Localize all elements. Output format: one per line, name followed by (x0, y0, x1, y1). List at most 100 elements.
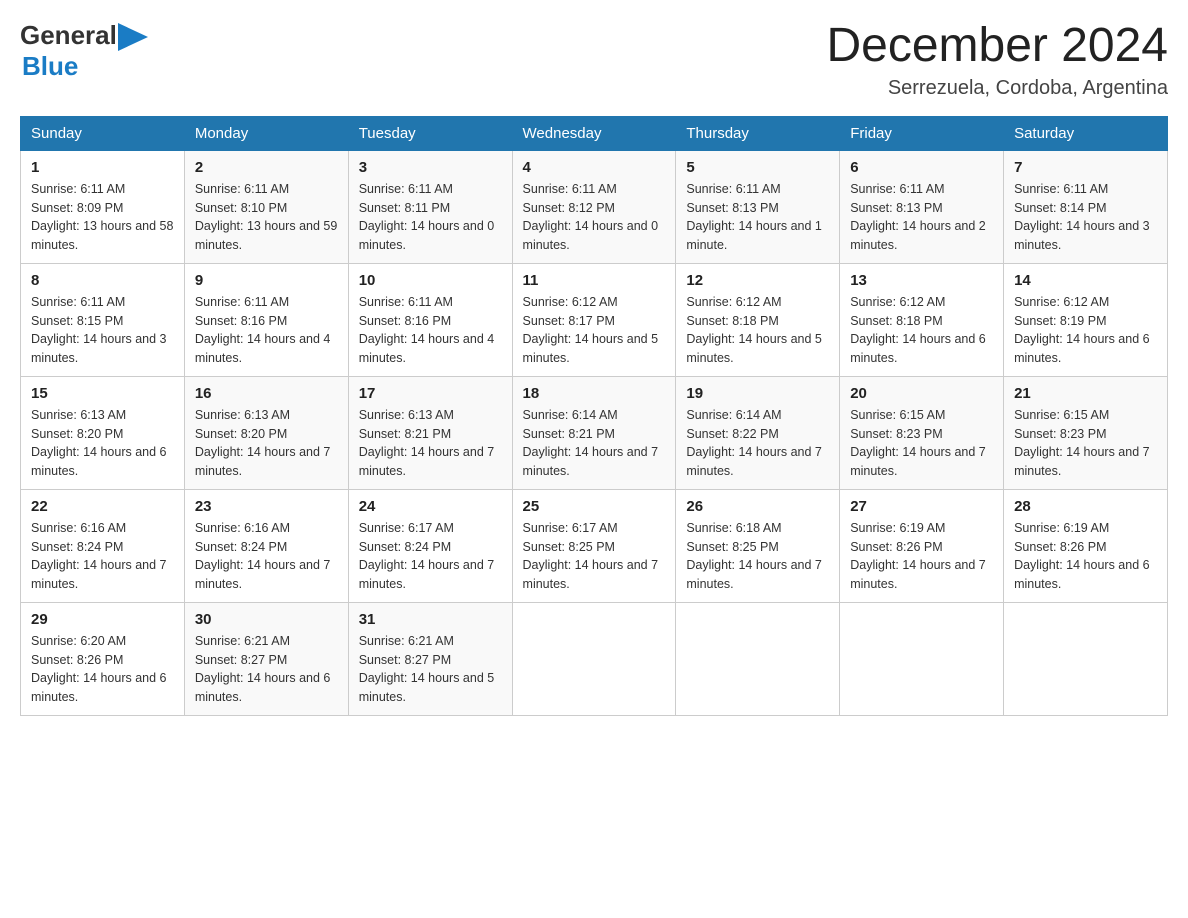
sunset-text: Sunset: 8:21 PM (359, 427, 451, 441)
day-number: 12 (686, 272, 829, 289)
sunrise-text: Sunrise: 6:11 AM (31, 182, 125, 196)
day-info: Sunrise: 6:13 AMSunset: 8:21 PMDaylight:… (359, 406, 502, 481)
calendar-day-cell: 9Sunrise: 6:11 AMSunset: 8:16 PMDaylight… (184, 263, 348, 376)
day-info: Sunrise: 6:11 AMSunset: 8:10 PMDaylight:… (195, 180, 338, 255)
title-section: December 2024 Serrezuela, Cordoba, Argen… (826, 20, 1168, 100)
day-number: 8 (31, 272, 174, 289)
sunset-text: Sunset: 8:24 PM (195, 540, 287, 554)
sunset-text: Sunset: 8:23 PM (850, 427, 942, 441)
calendar-day-cell: 30Sunrise: 6:21 AMSunset: 8:27 PMDayligh… (184, 602, 348, 715)
sunrise-text: Sunrise: 6:21 AM (359, 634, 454, 648)
calendar-day-cell: 31Sunrise: 6:21 AMSunset: 8:27 PMDayligh… (348, 602, 512, 715)
calendar-day-cell: 25Sunrise: 6:17 AMSunset: 8:25 PMDayligh… (512, 489, 676, 602)
day-info: Sunrise: 6:11 AMSunset: 8:16 PMDaylight:… (195, 293, 338, 368)
calendar-day-cell: 7Sunrise: 6:11 AMSunset: 8:14 PMDaylight… (1004, 150, 1168, 263)
sunset-text: Sunset: 8:25 PM (686, 540, 778, 554)
calendar-table: SundayMondayTuesdayWednesdayThursdayFrid… (20, 116, 1168, 716)
sunrise-text: Sunrise: 6:11 AM (523, 182, 617, 196)
calendar-day-cell (840, 602, 1004, 715)
sunset-text: Sunset: 8:23 PM (1014, 427, 1106, 441)
calendar-header-row: SundayMondayTuesdayWednesdayThursdayFrid… (21, 116, 1168, 150)
calendar-week-row: 8Sunrise: 6:11 AMSunset: 8:15 PMDaylight… (21, 263, 1168, 376)
calendar-day-cell: 1Sunrise: 6:11 AMSunset: 8:09 PMDaylight… (21, 150, 185, 263)
sunset-text: Sunset: 8:13 PM (850, 201, 942, 215)
day-number: 19 (686, 385, 829, 402)
calendar-day-cell: 19Sunrise: 6:14 AMSunset: 8:22 PMDayligh… (676, 376, 840, 489)
sunrise-text: Sunrise: 6:20 AM (31, 634, 126, 648)
daylight-text: Daylight: 13 hours and 58 minutes. (31, 219, 173, 252)
sunset-text: Sunset: 8:09 PM (31, 201, 123, 215)
sunrise-text: Sunrise: 6:19 AM (1014, 521, 1109, 535)
sunrise-text: Sunrise: 6:11 AM (195, 182, 289, 196)
sunrise-text: Sunrise: 6:19 AM (850, 521, 945, 535)
daylight-text: Daylight: 14 hours and 7 minutes. (195, 445, 331, 478)
calendar-day-cell: 16Sunrise: 6:13 AMSunset: 8:20 PMDayligh… (184, 376, 348, 489)
day-info: Sunrise: 6:12 AMSunset: 8:18 PMDaylight:… (850, 293, 993, 368)
sunset-text: Sunset: 8:26 PM (850, 540, 942, 554)
day-number: 14 (1014, 272, 1157, 289)
sunrise-text: Sunrise: 6:14 AM (686, 408, 781, 422)
day-info: Sunrise: 6:11 AMSunset: 8:13 PMDaylight:… (686, 180, 829, 255)
daylight-text: Daylight: 14 hours and 6 minutes. (850, 332, 986, 365)
daylight-text: Daylight: 14 hours and 3 minutes. (31, 332, 167, 365)
sunset-text: Sunset: 8:18 PM (850, 314, 942, 328)
sunrise-text: Sunrise: 6:17 AM (359, 521, 454, 535)
day-number: 15 (31, 385, 174, 402)
sunset-text: Sunset: 8:27 PM (195, 653, 287, 667)
daylight-text: Daylight: 14 hours and 0 minutes. (359, 219, 495, 252)
sunrise-text: Sunrise: 6:16 AM (31, 521, 126, 535)
daylight-text: Daylight: 14 hours and 7 minutes. (359, 445, 495, 478)
day-info: Sunrise: 6:11 AM Sunset: 8:09 PM Daylight:… (31, 180, 174, 255)
day-info: Sunrise: 6:12 AMSunset: 8:17 PMDaylight:… (523, 293, 666, 368)
daylight-text: Daylight: 14 hours and 5 minutes. (523, 332, 659, 365)
sunset-text: Sunset: 8:20 PM (31, 427, 123, 441)
calendar-day-cell: 6Sunrise: 6:11 AMSunset: 8:13 PMDaylight… (840, 150, 1004, 263)
sunset-text: Sunset: 8:15 PM (31, 314, 123, 328)
day-number: 11 (523, 272, 666, 289)
sunrise-text: Sunrise: 6:15 AM (850, 408, 945, 422)
calendar-day-cell: 27Sunrise: 6:19 AMSunset: 8:26 PMDayligh… (840, 489, 1004, 602)
day-of-week-header: Tuesday (348, 116, 512, 150)
daylight-text: Daylight: 14 hours and 5 minutes. (686, 332, 822, 365)
day-info: Sunrise: 6:15 AMSunset: 8:23 PMDaylight:… (1014, 406, 1157, 481)
daylight-text: Daylight: 14 hours and 1 minute. (686, 219, 822, 252)
calendar-day-cell: 10Sunrise: 6:11 AMSunset: 8:16 PMDayligh… (348, 263, 512, 376)
daylight-text: Daylight: 14 hours and 7 minutes. (31, 558, 167, 591)
day-number: 21 (1014, 385, 1157, 402)
calendar-day-cell: 23Sunrise: 6:16 AMSunset: 8:24 PMDayligh… (184, 489, 348, 602)
day-number: 17 (359, 385, 502, 402)
day-number: 27 (850, 498, 993, 515)
daylight-text: Daylight: 14 hours and 7 minutes. (523, 558, 659, 591)
calendar-day-cell: 8Sunrise: 6:11 AMSunset: 8:15 PMDaylight… (21, 263, 185, 376)
day-info: Sunrise: 6:19 AMSunset: 8:26 PMDaylight:… (1014, 519, 1157, 594)
sunset-text: Sunset: 8:27 PM (359, 653, 451, 667)
sunrise-text: Sunrise: 6:11 AM (359, 182, 453, 196)
sunrise-text: Sunrise: 6:11 AM (850, 182, 944, 196)
sunrise-text: Sunrise: 6:17 AM (523, 521, 618, 535)
day-number: 13 (850, 272, 993, 289)
sunset-text: Sunset: 8:26 PM (31, 653, 123, 667)
day-number: 29 (31, 611, 174, 628)
daylight-text: Daylight: 14 hours and 0 minutes. (523, 219, 659, 252)
sunset-text: Sunset: 8:19 PM (1014, 314, 1106, 328)
day-number: 18 (523, 385, 666, 402)
calendar-day-cell: 24 Sunrise: 6:17 AMSunset: 8:24 PMDayligh… (348, 489, 512, 602)
calendar-day-cell: 2Sunrise: 6:11 AMSunset: 8:10 PMDaylight… (184, 150, 348, 263)
calendar-day-cell: 22Sunrise: 6:16 AMSunset: 8:24 PMDayligh… (21, 489, 185, 602)
day-info: Sunrise: 6:11 AMSunset: 8:11 PMDaylight:… (359, 180, 502, 255)
daylight-text: Daylight: 14 hours and 7 minutes. (686, 445, 822, 478)
day-info: Sunrise: 6:18 AMSunset: 8:25 PMDaylight:… (686, 519, 829, 594)
day-info: Sunrise: 6:17 AMSunset: 8:24 PMDaylight:… (359, 519, 502, 594)
sunrise-text: Sunrise: 6:11 AM (686, 182, 780, 196)
day-info: Sunrise: 6:13 AMSunset: 8:20 PMDaylight:… (195, 406, 338, 481)
daylight-text: Daylight: 14 hours and 5 minutes. (359, 671, 495, 704)
day-number: 6 (850, 159, 993, 176)
day-number: 24 (359, 498, 502, 515)
daylight-text: Daylight: 13 hours and 59 minutes. (195, 219, 337, 252)
calendar-day-cell: 28Sunrise: 6:19 AMSunset: 8:26 PMDayligh… (1004, 489, 1168, 602)
day-of-week-header: Saturday (1004, 116, 1168, 150)
daylight-text: Daylight: 14 hours and 7 minutes. (850, 445, 986, 478)
calendar-week-row: 15 Sunrise: 6:13 AMSunset: 8:20 PMDayligh… (21, 376, 1168, 489)
day-number: 25 (523, 498, 666, 515)
day-info: Sunrise: 6:16 AMSunset: 8:24 PMDaylight:… (195, 519, 338, 594)
